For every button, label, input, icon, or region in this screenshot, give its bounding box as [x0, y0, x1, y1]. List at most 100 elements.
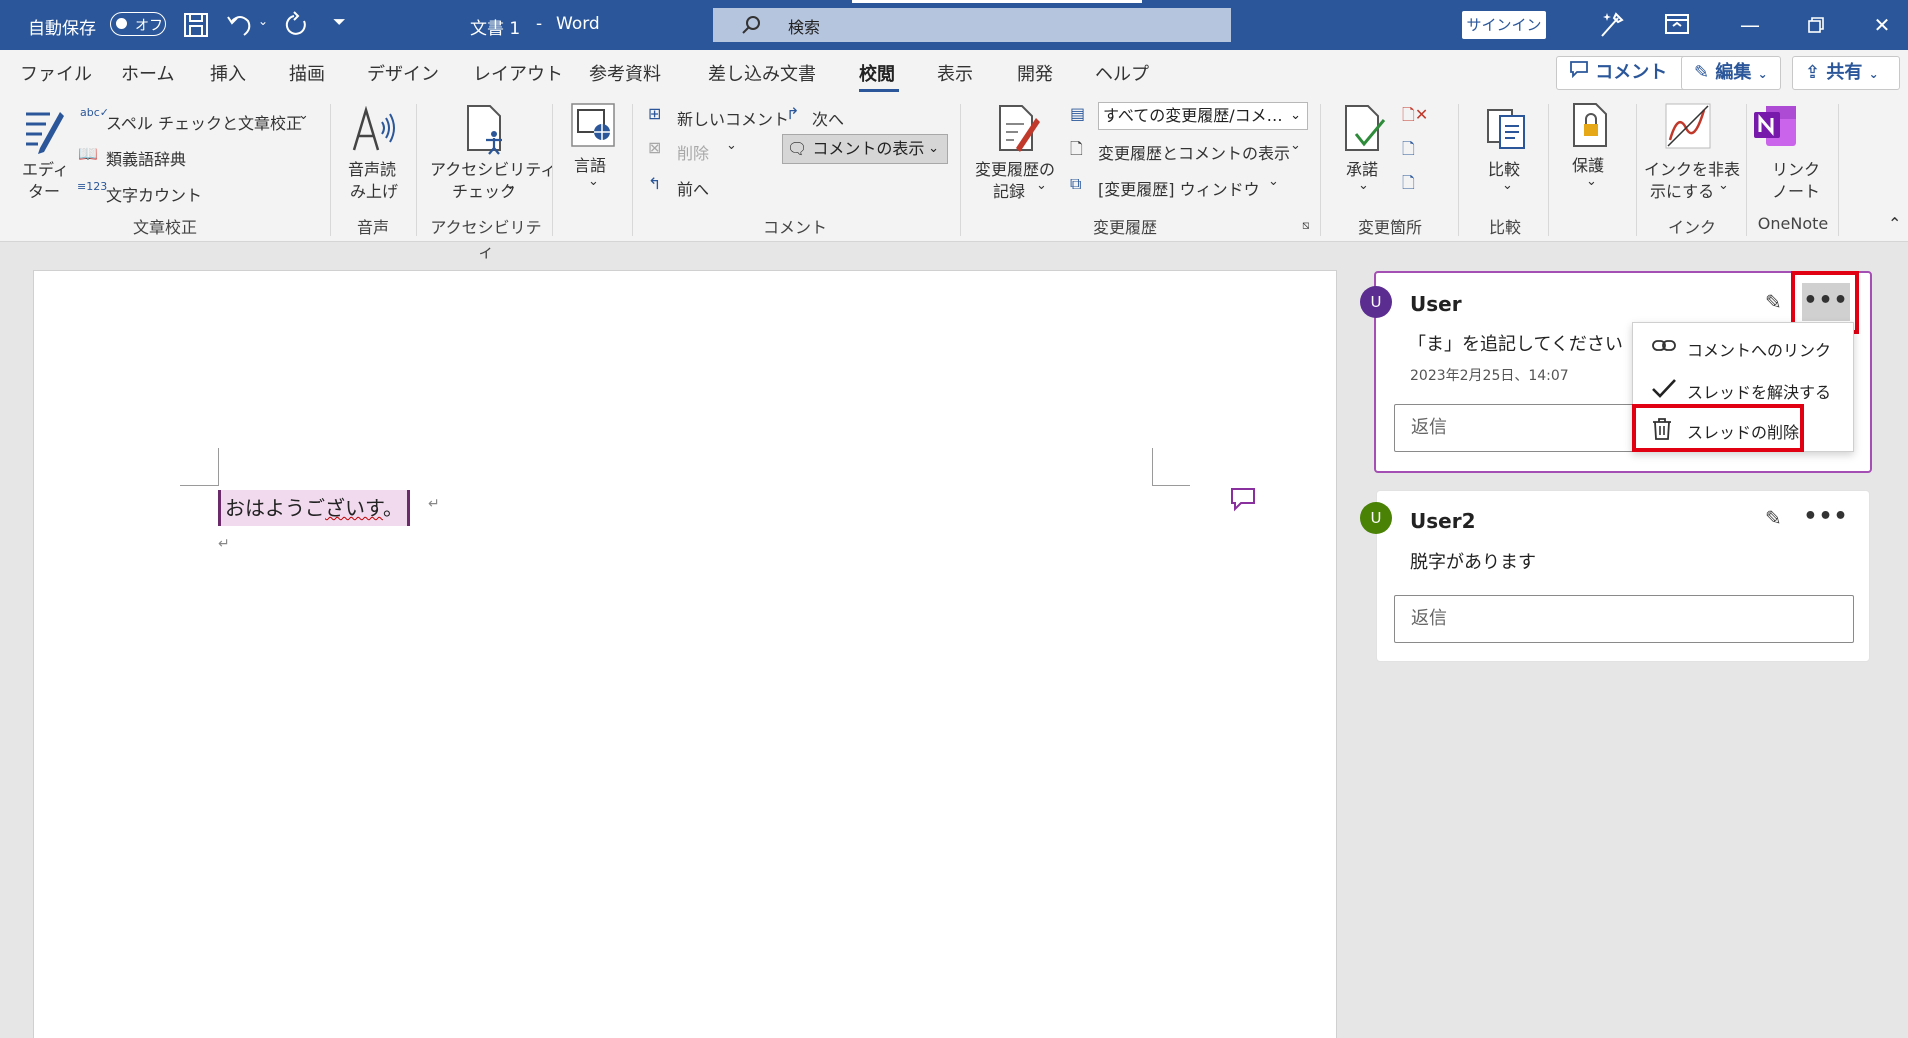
word-count-button[interactable]: 文字カウント: [106, 182, 202, 206]
group-separator: [416, 104, 417, 236]
tab-insert[interactable]: 挿入: [210, 60, 246, 86]
edit-comment-icon[interactable]: ✎: [1765, 290, 1782, 314]
group-separator: [960, 104, 961, 236]
tab-home[interactable]: ホーム: [121, 60, 174, 86]
checkmark-icon: [1651, 377, 1677, 404]
more-options-icon[interactable]: •••: [1802, 504, 1850, 529]
language-button[interactable]: 言語: [574, 152, 606, 176]
chevron-down-icon: ⌄: [1290, 138, 1301, 153]
save-icon[interactable]: [183, 12, 209, 43]
read-aloud-icon: [350, 105, 398, 159]
chevron-down-icon[interactable]: ⌄: [298, 108, 309, 123]
accept-button[interactable]: 承諾: [1346, 156, 1378, 180]
comment-author: User: [1410, 292, 1462, 316]
crop-mark: [1152, 485, 1190, 486]
share-icon: ⇪: [1805, 62, 1821, 83]
dialog-launcher-icon[interactable]: ⧅: [1302, 218, 1310, 233]
edit-comment-icon[interactable]: ✎: [1765, 506, 1782, 530]
reply-input[interactable]: 返信: [1394, 595, 1854, 643]
tab-help[interactable]: ヘルプ: [1095, 60, 1149, 86]
accessibility-check-button[interactable]: アクセシビリティ: [430, 156, 556, 180]
document-title: 文書 1: [470, 19, 521, 39]
previous-comment-button[interactable]: 前へ: [677, 176, 709, 200]
show-comments-button[interactable]: 🗨 コメントの表示 ⌄: [782, 134, 948, 164]
comment-anchor-icon[interactable]: [1229, 486, 1257, 517]
hide-ink-icon: [1664, 102, 1712, 155]
tab-developer[interactable]: 開発: [1017, 60, 1053, 86]
previous-change-icon[interactable]: 🗋: [1402, 138, 1415, 165]
reviewing-pane-button[interactable]: [変更履歴] ウィンドウ: [1098, 176, 1260, 200]
tab-draw[interactable]: 描画: [289, 60, 325, 86]
search-box[interactable]: 検索: [713, 8, 1231, 42]
next-comment-button[interactable]: 次へ: [812, 106, 844, 130]
chevron-down-icon: ⌄: [1502, 178, 1513, 193]
new-comment-button[interactable]: 新しいコメント: [677, 106, 789, 130]
linked-notes-line2: ノート: [1772, 182, 1821, 201]
share-button[interactable]: ⇪ 共有 ⌄: [1792, 56, 1900, 90]
spelling-button[interactable]: スペル チェックと文章校正: [106, 110, 302, 134]
comments-button[interactable]: コメント: [1556, 56, 1700, 90]
undo-icon[interactable]: [226, 11, 254, 44]
compare-button[interactable]: 比較: [1488, 156, 1520, 180]
minimize-icon[interactable]: —: [1730, 8, 1770, 42]
ribbon-tabs: ファイル ホーム 挿入 描画 デザイン レイアウト 参考資料 差し込み文書 校閲…: [0, 50, 1908, 94]
comment-icon: [1569, 57, 1589, 89]
collapse-ribbon-icon[interactable]: ⌃: [1888, 214, 1901, 233]
menu-label: スレッドを解決する: [1687, 383, 1832, 402]
chevron-down-icon: ⌄: [588, 174, 599, 189]
title-separator: -: [536, 14, 543, 34]
editing-mode-button[interactable]: ✎ 編集 ⌄: [1681, 56, 1781, 90]
signin-button[interactable]: サインイン: [1462, 11, 1546, 39]
track-changes-button[interactable]: 変更履歴の: [975, 156, 1055, 180]
read-aloud-button[interactable]: 音声読: [348, 156, 396, 180]
delete-comment-button[interactable]: 削除: [677, 140, 709, 164]
reject-change-icon[interactable]: 🗋✕: [1402, 104, 1428, 131]
tab-mailings[interactable]: 差し込み文書: [708, 60, 816, 86]
previous-comment-icon: ↰: [648, 174, 662, 193]
designer-wand-icon[interactable]: [1596, 10, 1626, 45]
markup-display-select[interactable]: すべての変更履歴/コメ… ⌄: [1098, 102, 1308, 130]
restore-icon[interactable]: [1796, 8, 1836, 42]
menu-item-link-to-comment[interactable]: コメントへのリンク: [1633, 327, 1855, 367]
link-icon: [1651, 335, 1677, 362]
show-comments-label: コメントの表示: [812, 139, 925, 158]
show-markup-icon: 🗋: [1070, 139, 1083, 158]
autosave-toggle[interactable]: オフ: [110, 12, 166, 36]
ribbon-display-icon[interactable]: [1664, 12, 1690, 41]
undo-dropdown-icon[interactable]: ⌄: [258, 14, 268, 28]
document-page[interactable]: [33, 270, 1337, 1038]
commented-text[interactable]: おはようございす。: [218, 490, 410, 526]
group-separator: [632, 104, 633, 236]
tab-view[interactable]: 表示: [937, 60, 973, 86]
review-ribbon: エディ ター abc✓ スペル チェックと文章校正 ⌄ 📖 類義語辞典 ≡123…: [0, 94, 1908, 261]
hide-ink-line2: 示にする: [1650, 182, 1715, 201]
text-segment: おはようご: [225, 496, 325, 520]
menu-item-resolve-thread[interactable]: スレッドを解決する: [1633, 369, 1855, 409]
tab-layout[interactable]: レイアウト: [473, 60, 563, 86]
tab-file[interactable]: ファイル: [20, 60, 92, 86]
show-markup-button[interactable]: 変更履歴とコメントの表示: [1098, 140, 1290, 164]
comment-author: User2: [1410, 509, 1476, 533]
close-icon[interactable]: ✕: [1862, 8, 1902, 42]
next-change-icon[interactable]: 🗋: [1402, 172, 1415, 199]
linked-notes-button[interactable]: リンク: [1772, 156, 1820, 180]
customize-qat-icon[interactable]: ⏷: [333, 12, 346, 32]
highlight-box: [1632, 404, 1804, 452]
thesaurus-button[interactable]: 類義語辞典: [106, 146, 186, 170]
group-separator: [330, 104, 331, 236]
misspelled-segment: ざいす: [325, 496, 383, 520]
protect-button[interactable]: 保護: [1572, 152, 1604, 176]
chevron-down-icon: ⌄: [726, 138, 737, 153]
reviewing-pane-icon: ⧉: [1070, 174, 1082, 193]
thesaurus-icon: 📖: [78, 144, 98, 163]
comment-body: 「ま」を追記してください: [1408, 334, 1623, 355]
chevron-down-icon: ⌄: [1757, 67, 1768, 81]
tab-review[interactable]: 校閲: [859, 60, 895, 86]
redo-icon[interactable]: [282, 11, 310, 44]
tab-design[interactable]: デザイン: [367, 60, 439, 86]
hide-ink-button[interactable]: インクを非表: [1644, 156, 1740, 180]
editor-button[interactable]: エディ: [22, 156, 69, 180]
menu-label: コメントへのリンク: [1687, 341, 1832, 360]
chevron-down-icon: ⌄: [1358, 178, 1369, 193]
tab-references[interactable]: 参考資料: [589, 60, 661, 86]
